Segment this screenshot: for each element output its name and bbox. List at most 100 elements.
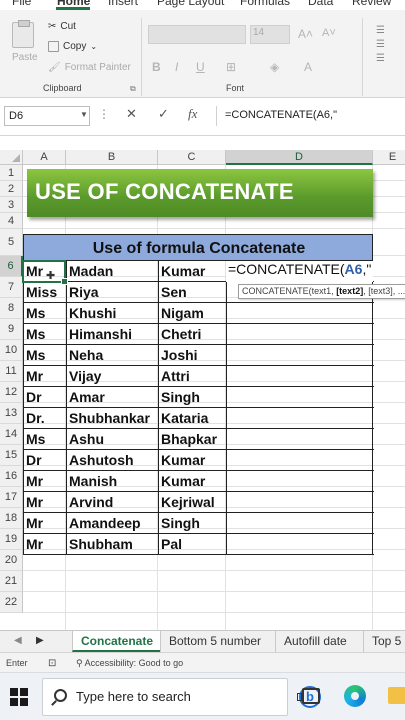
worksheet-grid[interactable]: A B C D E 1 2 3 4 5 6 7 8 9 10 11 12 13 14 15 16 17 18 19 2… xyxy=(0,150,405,630)
row-header-11[interactable]: 11 xyxy=(0,361,23,382)
cell-first-name[interactable]: Amar xyxy=(67,387,159,408)
row-header-10[interactable]: 10 xyxy=(0,340,23,361)
cell-first-name[interactable]: Madan xyxy=(67,261,159,282)
cell-title[interactable]: Mr xyxy=(24,366,67,387)
row-header-2[interactable]: 2 xyxy=(0,181,23,197)
paste-button[interactable]: Paste xyxy=(12,52,38,63)
cell-result[interactable] xyxy=(227,492,374,513)
cut-button[interactable]: ✂ Cut xyxy=(48,21,76,32)
row-header-21[interactable]: 21 xyxy=(0,571,23,592)
cell-last-name[interactable]: Singh xyxy=(159,387,227,408)
column-header-b[interactable]: B xyxy=(66,150,158,165)
scroll-right-icon[interactable]: ▶ xyxy=(36,635,44,646)
cell-title[interactable]: Dr. xyxy=(24,408,67,429)
cell-first-name[interactable]: Amandeep xyxy=(67,513,159,534)
copy-button[interactable]: Copy ⌄ xyxy=(48,41,97,52)
cell-first-name[interactable]: Khushi xyxy=(67,303,159,324)
row-header-1[interactable]: 1 xyxy=(0,165,23,181)
cell-last-name[interactable]: Attri xyxy=(159,366,227,387)
name-box[interactable]: D6 xyxy=(4,106,90,126)
cell-title[interactable]: Ms xyxy=(24,303,67,324)
alignment-icons[interactable]: ☰ ☰ ☰ xyxy=(376,24,396,68)
cell-d6-editing[interactable]: =CONCATENATE(A6," xyxy=(226,261,373,282)
font-color-icon[interactable]: A xyxy=(304,60,312,74)
formula-input[interactable]: =CONCATENATE(A6," xyxy=(216,106,405,126)
paste-icon[interactable] xyxy=(12,20,34,48)
cell-title[interactable]: Mr xyxy=(24,513,67,534)
column-header-d[interactable]: D xyxy=(226,150,373,165)
row-header-14[interactable]: 14 xyxy=(0,424,23,445)
cell-last-name[interactable]: Singh xyxy=(159,513,227,534)
cell-result[interactable] xyxy=(227,450,374,471)
insert-function-icon[interactable]: fx xyxy=(188,106,197,122)
cell-last-name[interactable]: Kataria xyxy=(159,408,227,429)
edge-browser-icon[interactable] xyxy=(344,685,366,707)
function-tooltip[interactable]: CONCATENATE(text1, [text2], [text3], ...… xyxy=(238,284,405,299)
column-header-a[interactable]: A xyxy=(23,150,66,165)
bold-button[interactable]: B xyxy=(152,60,161,74)
clipboard-launcher-icon[interactable]: ⧉ xyxy=(130,84,136,94)
column-header-e[interactable]: E xyxy=(373,150,405,165)
confirm-icon[interactable]: ✓ xyxy=(158,106,169,122)
sheet-tab-top-5[interactable]: Top 5 xyxy=(363,631,405,652)
cell-result[interactable] xyxy=(227,387,374,408)
cell-last-name[interactable]: Chetri xyxy=(159,324,227,345)
increase-font-icon[interactable]: A˄ xyxy=(298,27,313,41)
underline-button[interactable]: U xyxy=(196,60,205,74)
cell-result[interactable] xyxy=(227,429,374,450)
cell-result[interactable] xyxy=(227,534,374,555)
cell-first-name[interactable]: Vijay xyxy=(67,366,159,387)
cell-first-name[interactable]: Riya xyxy=(67,282,159,303)
cell-title[interactable]: Ms xyxy=(24,345,67,366)
cell-first-name[interactable]: Ashutosh xyxy=(67,450,159,471)
row-header-9[interactable]: 9 xyxy=(0,319,23,340)
row-header-8[interactable]: 8 xyxy=(0,298,23,319)
cell-last-name[interactable]: Bhapkar xyxy=(159,429,227,450)
cell-last-name[interactable]: Sen xyxy=(159,282,227,303)
column-header-c[interactable]: C xyxy=(158,150,226,165)
taskbar-search-box[interactable]: Type here to search b xyxy=(42,678,321,716)
chevron-down-icon[interactable]: ▼ xyxy=(80,110,88,119)
row-header-3[interactable]: 3 xyxy=(0,197,23,213)
row-header-15[interactable]: 15 xyxy=(0,445,23,466)
cell-first-name[interactable]: Neha xyxy=(67,345,159,366)
task-view-icon[interactable] xyxy=(297,688,320,704)
windows-start-icon[interactable] xyxy=(10,688,28,706)
row-header-7[interactable]: 7 xyxy=(0,277,23,298)
cell-first-name[interactable]: Shubhankar xyxy=(67,408,159,429)
tab-file[interactable]: File xyxy=(12,0,31,8)
cell-result[interactable] xyxy=(227,324,374,345)
cell-last-name[interactable]: Pal xyxy=(159,534,227,555)
row-header-18[interactable]: 18 xyxy=(0,508,23,529)
cell-last-name[interactable]: Kumar xyxy=(159,471,227,492)
select-all-corner[interactable] xyxy=(0,150,23,165)
scroll-left-icon[interactable]: ◀ xyxy=(14,635,22,646)
cell-first-name[interactable]: Ashu xyxy=(67,429,159,450)
cell-result[interactable] xyxy=(227,345,374,366)
cell-result[interactable] xyxy=(227,366,374,387)
cell-title[interactable]: Ms xyxy=(24,429,67,450)
cell-title[interactable]: Dr xyxy=(24,450,67,471)
cell-result[interactable] xyxy=(227,471,374,492)
row-header-16[interactable]: 16 xyxy=(0,466,23,487)
sheet-tab-concatenate[interactable]: Concatenate xyxy=(72,631,162,652)
title-banner[interactable]: USE OF CONCATENATE xyxy=(27,169,373,217)
cell-title[interactable]: Mr xyxy=(24,471,67,492)
cell-last-name[interactable]: Kumar xyxy=(159,261,227,282)
italic-button[interactable]: I xyxy=(175,60,178,74)
cell-first-name[interactable]: Manish xyxy=(67,471,159,492)
cell-last-name[interactable]: Kejriwal xyxy=(159,492,227,513)
row-header-5[interactable]: 5 xyxy=(0,229,23,256)
tab-review[interactable]: Review xyxy=(352,0,391,8)
row-header-20[interactable]: 20 xyxy=(0,550,23,571)
cancel-icon[interactable]: ✕ xyxy=(126,106,137,122)
more-options-icon[interactable]: ⋮ xyxy=(98,107,110,121)
cell-last-name[interactable]: Nigam xyxy=(159,303,227,324)
borders-icon[interactable]: ⊞ xyxy=(226,60,236,74)
format-painter-button[interactable]: 🖌 Format Painter xyxy=(48,62,131,73)
tab-page-layout[interactable]: Page Layout xyxy=(157,0,224,8)
tab-formulas[interactable]: Formulas xyxy=(240,0,290,8)
row-header-4[interactable]: 4 xyxy=(0,213,23,229)
cell-title[interactable]: Dr xyxy=(24,387,67,408)
sheet-tab-bottom-5-number[interactable]: Bottom 5 number xyxy=(160,631,269,652)
